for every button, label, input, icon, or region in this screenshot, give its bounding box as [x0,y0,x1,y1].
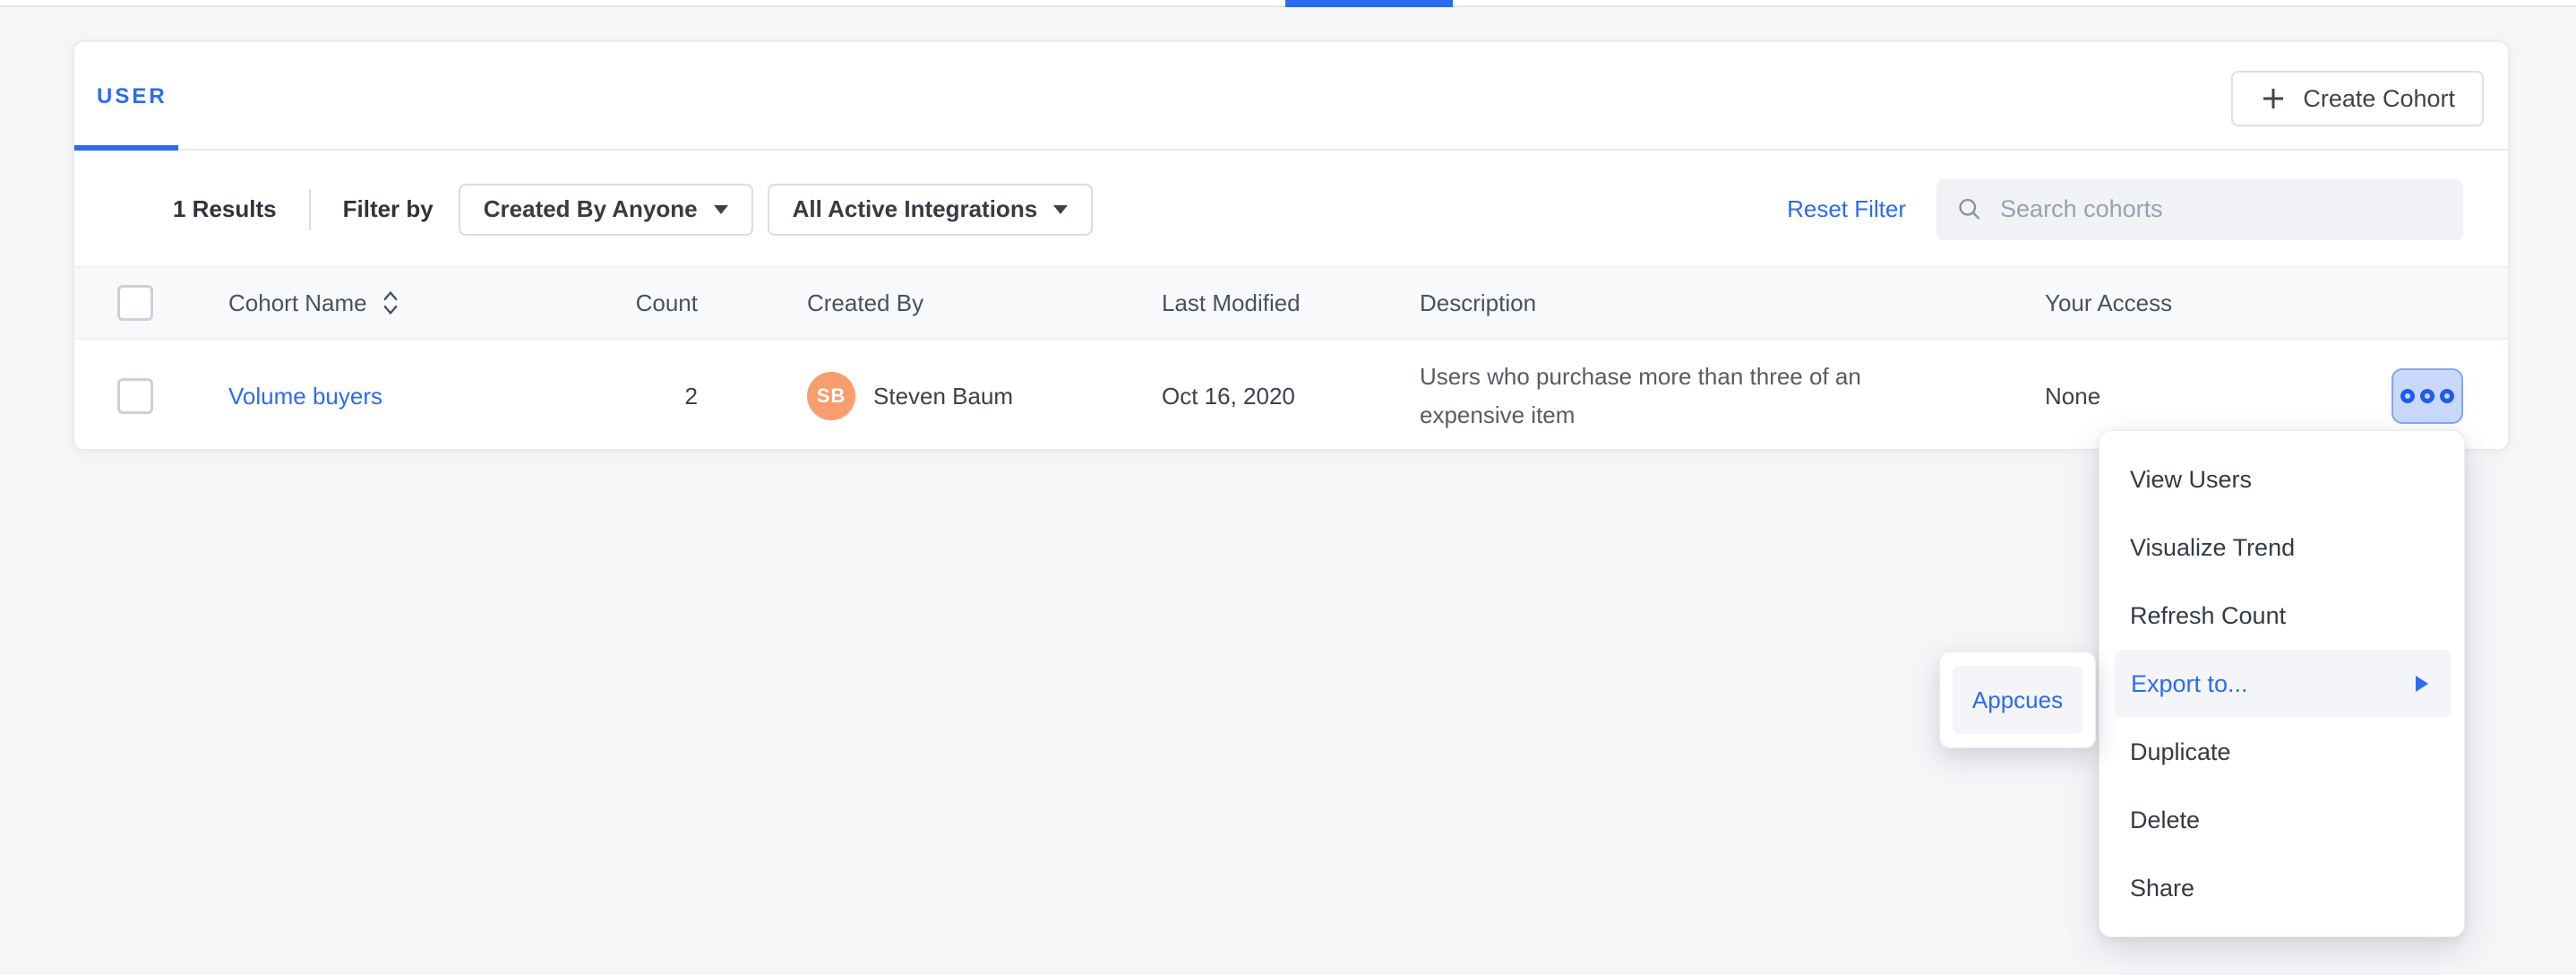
menu-item-share[interactable]: Share [2099,854,2464,922]
ellipsis-icon [2400,389,2415,403]
row-checkbox[interactable] [117,378,153,414]
column-header-description: Description [1420,289,2045,317]
column-header-cohort-name[interactable]: Cohort Name [228,289,524,317]
menu-item-view-users[interactable]: View Users [2099,445,2464,513]
menu-item-export-to[interactable]: Export to... [2115,650,2451,718]
filter-bar: 1 Results Filter by Created By Anyone Al… [74,152,2508,266]
menu-item-visualize-trend[interactable]: Visualize Trend [2099,513,2464,582]
table-header: Cohort Name Count Created By Last Modifi… [74,266,2508,340]
divider [309,189,311,230]
tab-user[interactable]: USER [97,84,167,109]
active-tab-underline [74,145,178,151]
row-actions-menu: View Users Visualize Trend Refresh Count… [2099,430,2465,937]
search-input[interactable] [1998,194,2443,224]
tab-bar: USER Create Cohort [74,42,2508,151]
search-icon [1956,194,1984,225]
app-top-nav [0,0,2576,7]
ellipsis-icon [2420,389,2434,403]
avatar: SB [807,372,855,420]
menu-item-refresh-count[interactable]: Refresh Count [2099,582,2464,650]
created-by-name: Steven Baum [873,383,1013,410]
cohort-count: 2 [524,383,698,410]
results-count: 1 Results [173,195,277,223]
chevron-down-icon [1053,205,1068,214]
filter-by-label: Filter by [343,195,434,223]
column-header-your-access: Your Access [2045,289,2508,317]
plus-icon [2260,85,2287,112]
last-modified-date: Oct 16, 2020 [1162,383,1420,410]
reset-filter-link[interactable]: Reset Filter [1787,195,1906,223]
menu-item-delete[interactable]: Delete [2099,786,2464,854]
submenu-item-appcues[interactable]: Appcues [1953,666,2082,734]
select-all-checkbox[interactable] [117,285,153,321]
create-cohort-button[interactable]: Create Cohort [2231,71,2484,126]
row-actions-button[interactable] [2391,368,2463,424]
cohort-name-link[interactable]: Volume buyers [228,383,382,410]
column-header-count: Count [524,289,698,317]
integrations-filter-value: All Active Integrations [793,195,1038,223]
cohort-description: Users who purchase more than three of an… [1420,358,1939,435]
cohorts-panel: USER Create Cohort 1 Results Filter by C… [73,40,2510,451]
column-header-created-by: Created By [698,289,1162,317]
sort-icon [378,289,403,317]
menu-item-duplicate[interactable]: Duplicate [2099,718,2464,786]
ellipsis-icon [2440,389,2454,403]
active-nav-indicator [1285,0,1453,7]
export-to-label: Export to... [2131,670,2248,698]
export-submenu: Appcues [1939,651,2096,748]
created-by-filter-value: Created By Anyone [484,195,698,223]
access-value: None [2045,383,2100,410]
chevron-down-icon [714,205,728,214]
create-cohort-label: Create Cohort [2303,85,2455,113]
column-header-last-modified: Last Modified [1162,289,1420,317]
submenu-arrow-icon [2416,676,2428,692]
created-by-filter-dropdown[interactable]: Created By Anyone [459,184,753,236]
search-box [1936,179,2463,240]
integrations-filter-dropdown[interactable]: All Active Integrations [768,184,1094,236]
